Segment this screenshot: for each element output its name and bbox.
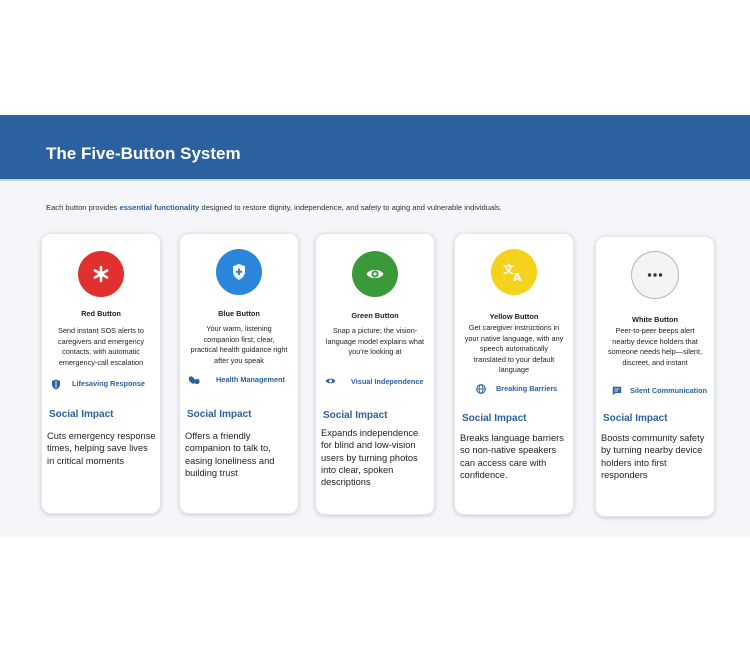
more-dots-icon — [647, 273, 663, 277]
card-description: Send instant SOS alerts to caregivers an… — [58, 326, 144, 367]
card-description: Your warm, listening companion first; cl… — [190, 324, 288, 365]
yellow-circle: 文 A — [491, 249, 537, 295]
card-description: Peer-to-peer beeps alert nearby device h… — [607, 326, 703, 367]
impact-text: Expands independence for blind and low-v… — [321, 428, 419, 488]
svg-text:A: A — [513, 271, 522, 282]
impact-heading: Social Impact — [49, 409, 114, 420]
translate-icon: 文 A — [503, 262, 522, 282]
header-bar: The Five-Button System — [0, 115, 750, 181]
feature-label: Silent Communication — [630, 386, 708, 395]
card-yellow-button: 文 A Yellow Button Get caregiver instruct… — [454, 233, 574, 515]
card-title: White Button — [632, 315, 678, 324]
asterisk-icon — [93, 265, 109, 283]
white-circle — [631, 251, 679, 299]
impact-text: Boosts community safety by turning nearb… — [601, 433, 705, 480]
impact-heading: Social Impact — [603, 413, 668, 424]
card-title: Blue Button — [218, 309, 260, 318]
card-title: Yellow Button — [489, 312, 539, 321]
card-green-button: Green Button Snap a picture; the vision-… — [315, 233, 435, 515]
eye-icon — [366, 269, 384, 279]
intro-highlight: essential functionality — [119, 203, 200, 212]
card-white-button: White Button Peer-to-peer beeps alert ne… — [595, 236, 715, 517]
intro-after: designed to restore dignity, independenc… — [199, 203, 502, 212]
green-circle — [352, 251, 398, 297]
card-title: Red Button — [81, 309, 121, 318]
medical-shield-icon — [233, 264, 245, 280]
blue-circle — [216, 249, 262, 295]
feature-label: Health Management — [216, 375, 285, 384]
feature-label: Lifesaving Response — [72, 379, 145, 388]
slide: The Five-Button System Each button provi… — [0, 115, 750, 537]
impact-text: Cuts emergency response times, helping s… — [47, 431, 156, 466]
feature-label: Breaking Barriers — [496, 384, 558, 393]
intro-text: Each button provides essential functiona… — [46, 203, 502, 212]
card-description: Snap a picture; the vision-language mode… — [325, 326, 425, 356]
card-red-button: Red Button Send instant SOS alerts to ca… — [41, 233, 161, 514]
page-title: The Five-Button System — [46, 144, 241, 163]
globe-icon — [476, 384, 486, 394]
impact-heading: Social Impact — [323, 410, 388, 421]
eye-icon — [325, 378, 336, 384]
impact-heading: Social Impact — [187, 409, 252, 420]
card-description: Get caregiver instructions in your nativ… — [464, 323, 564, 374]
intro-before: Each button provides — [46, 203, 120, 212]
card-blue-button: Blue Button Your warm, listening compani… — [179, 233, 299, 514]
shield-icon — [52, 379, 60, 390]
impact-heading: Social Impact — [462, 413, 527, 424]
impact-text: Breaks language barriers so non-native s… — [460, 433, 564, 480]
chat-icon — [612, 386, 622, 396]
card-title: Green Button — [351, 311, 399, 320]
feature-label: Visual Independence — [351, 377, 424, 386]
impact-text: Offers a friendly companion to talk to, … — [185, 431, 275, 478]
pills-icon — [189, 376, 200, 385]
red-circle — [78, 251, 124, 297]
